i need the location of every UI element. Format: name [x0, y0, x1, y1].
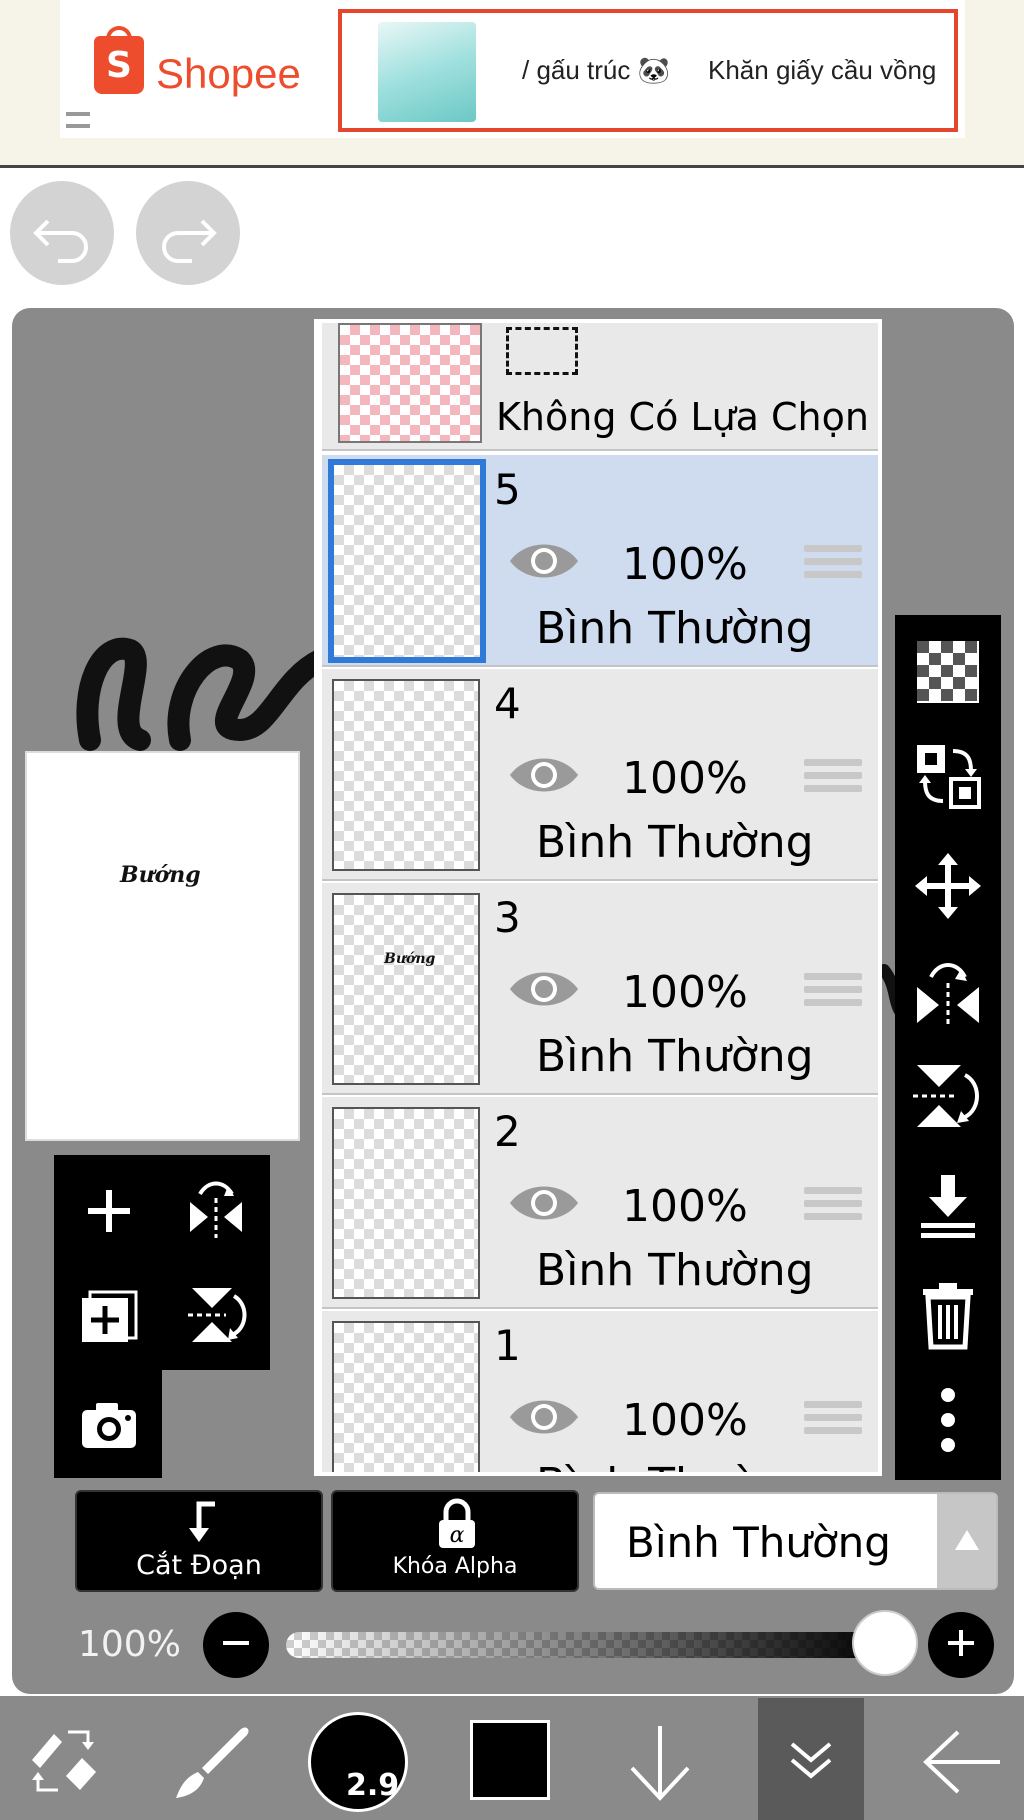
canvas-preview[interactable]: [25, 751, 300, 1141]
layer-blend-mode: Bình Thường: [536, 603, 814, 654]
selection-thumbnail: [338, 323, 482, 443]
blend-mode-dropdown-button[interactable]: [937, 1494, 996, 1588]
visibility-eye-icon[interactable]: [508, 967, 580, 1011]
ad-menu-icon[interactable]: [66, 112, 90, 128]
clip-arrow-icon: [189, 1501, 215, 1542]
drag-handle-icon[interactable]: [804, 545, 862, 581]
alpha-lock-button[interactable]: α Khóa Alpha: [331, 1490, 579, 1592]
flip-vertical-icon[interactable]: [913, 1061, 983, 1131]
redo-icon: [162, 219, 217, 263]
move-icon[interactable]: [913, 851, 983, 921]
drag-handle-icon[interactable]: [804, 1401, 862, 1437]
layer-thumbnail: [328, 459, 486, 663]
layer-number: 2: [494, 1107, 521, 1156]
merge-down-icon[interactable]: [913, 1171, 983, 1241]
layer-row-1[interactable]: 1 100% Bình Thường: [322, 1311, 878, 1472]
layer-blend-mode: Bình Thường: [536, 1459, 814, 1472]
layer-number: 3: [494, 893, 521, 942]
plus-icon: [948, 1630, 974, 1656]
triangle-up-icon: [955, 1530, 979, 1550]
opacity-slider-track[interactable]: [286, 1632, 886, 1658]
layer-number: 1: [494, 1321, 521, 1370]
canvas-sketch: [76, 637, 330, 751]
layer-opacity: 100%: [622, 539, 748, 590]
selection-label: Không Có Lựa Chọn: [496, 395, 869, 439]
visibility-eye-icon[interactable]: [508, 753, 580, 797]
layer-row-3[interactable]: Bướng 3 100% Bình Thường: [322, 883, 878, 1095]
layer-row-5[interactable]: 5 100% Bình Thường: [322, 455, 878, 667]
blend-mode-value: Bình Thường: [626, 1518, 891, 1567]
layer-panel[interactable]: Không Có Lựa Chọn 5 100% Bình Thường 4 1…: [314, 319, 882, 1476]
tool-switch-icon[interactable]: [24, 1720, 104, 1800]
layer-opacity: 100%: [622, 1181, 748, 1232]
ad-product-text-left: / gấu trúc 🐼: [522, 55, 670, 85]
layer-opacity: 100%: [622, 1395, 748, 1446]
layer-row-4[interactable]: 4 100% Bình Thường: [322, 669, 878, 881]
more-options-icon[interactable]: [913, 1385, 983, 1455]
alpha-lock-label: Khóa Alpha: [392, 1554, 518, 1579]
color-swatch-button[interactable]: [470, 1720, 550, 1800]
layer-thumbnail: [332, 1321, 480, 1472]
ad-product-image: [378, 22, 476, 122]
flip-vertical-icon[interactable]: [186, 1282, 250, 1348]
layer-opacity: 100%: [622, 753, 748, 804]
undo-button[interactable]: [10, 181, 114, 285]
layer-thumbnail-script: Bướng: [384, 951, 436, 967]
trash-icon[interactable]: [913, 1281, 983, 1351]
layer-blend-mode: Bình Thường: [536, 1245, 814, 1296]
transparent-fill-icon[interactable]: [913, 637, 983, 707]
visibility-eye-icon[interactable]: [508, 1181, 580, 1225]
opacity-increase-button[interactable]: [928, 1612, 994, 1678]
minus-icon: [223, 1641, 249, 1645]
layer-thumbnail: [332, 1107, 480, 1299]
flip-horizontal-icon[interactable]: [184, 1176, 248, 1240]
swap-layer-icon[interactable]: [913, 741, 983, 811]
layer-number: 4: [494, 679, 521, 728]
ad-product-text-right: Khăn giấy cầu vồng: [708, 55, 937, 85]
add-layer-icon[interactable]: [82, 1184, 136, 1238]
layer-thumbnail: Bướng: [332, 893, 480, 1085]
double-chevron-down-icon: [790, 1742, 832, 1779]
layers-tab-button[interactable]: [758, 1698, 864, 1820]
layer-opacity: 100%: [622, 967, 748, 1018]
visibility-eye-icon[interactable]: [508, 539, 580, 583]
visibility-eye-icon[interactable]: [508, 1395, 580, 1439]
clipping-button[interactable]: Cắt Đoạn: [75, 1490, 323, 1592]
back-arrow-icon[interactable]: [920, 1724, 1004, 1800]
selection-layer-row[interactable]: Không Có Lựa Chọn: [322, 323, 878, 451]
flip-horizontal-icon[interactable]: [913, 957, 983, 1027]
brush-size-value: 2.9: [346, 1768, 400, 1803]
drag-handle-icon[interactable]: [804, 759, 862, 795]
layer-number: 5: [494, 465, 521, 514]
layer-thumbnail: [332, 679, 480, 871]
brush-icon[interactable]: [170, 1722, 254, 1802]
svg-text:α: α: [450, 1523, 465, 1548]
preview-script-text: Bướng: [120, 862, 201, 888]
duplicate-layer-icon[interactable]: [78, 1288, 140, 1346]
opacity-label: 100%: [78, 1624, 181, 1665]
shopee-brand: Shopee: [156, 50, 301, 97]
arrow-down-icon[interactable]: [622, 1720, 698, 1804]
opacity-decrease-button[interactable]: [203, 1612, 269, 1678]
undo-icon: [33, 219, 88, 263]
layer-actions-bar: [895, 615, 1001, 1480]
shopee-bag-icon: S: [94, 36, 144, 94]
drag-handle-icon[interactable]: [804, 1187, 862, 1223]
layer-blend-mode: Bình Thường: [536, 817, 814, 868]
camera-icon[interactable]: [80, 1400, 138, 1450]
redo-button[interactable]: [136, 181, 240, 285]
opacity-slider-knob[interactable]: [852, 1610, 918, 1676]
drag-handle-icon[interactable]: [804, 973, 862, 1009]
layer-row-2[interactable]: 2 100% Bình Thường: [322, 1097, 878, 1309]
selection-marquee-icon: [506, 327, 578, 375]
layer-blend-mode: Bình Thường: [536, 1031, 814, 1082]
alpha-lock-icon: α: [439, 1498, 475, 1548]
clipping-label: Cắt Đoạn: [136, 1550, 262, 1581]
